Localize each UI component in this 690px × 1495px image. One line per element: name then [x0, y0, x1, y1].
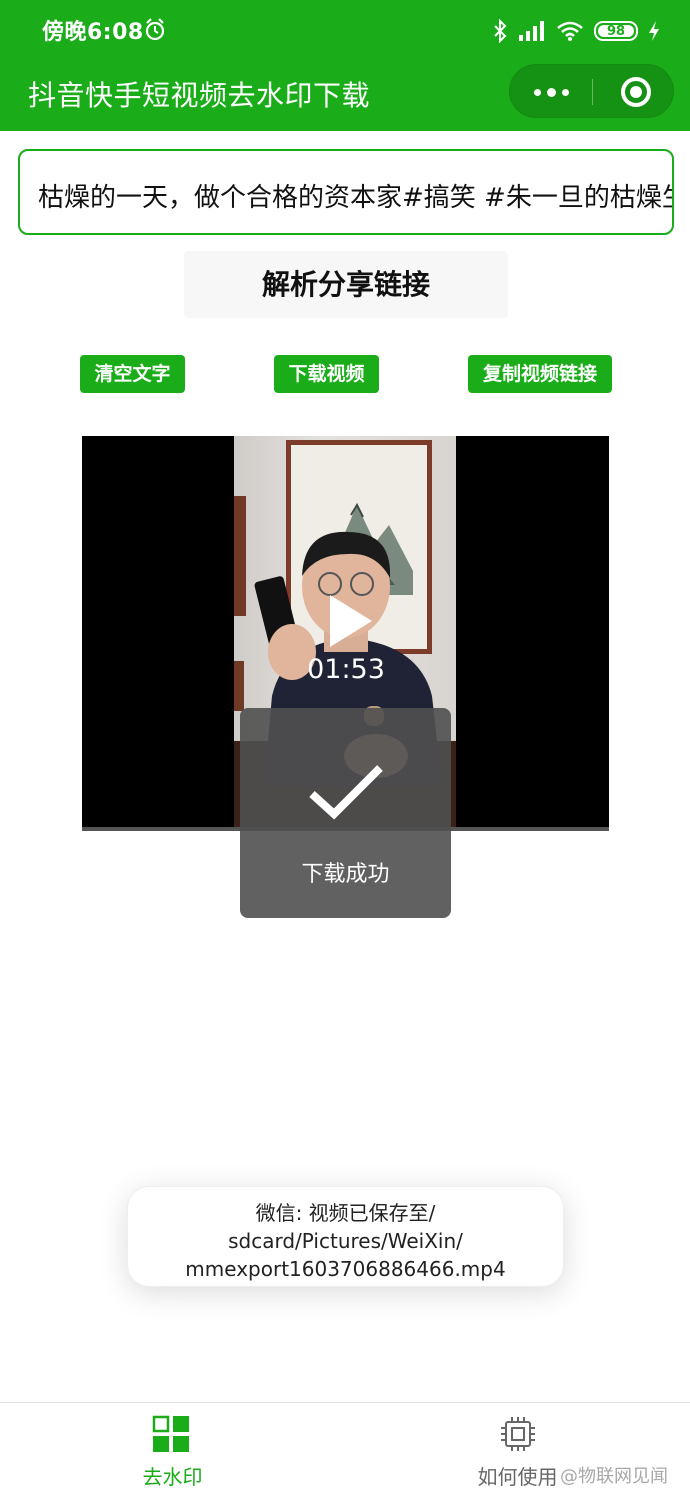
battery-level: 98 [606, 23, 626, 39]
more-dot-icon [533, 88, 541, 96]
save-tip-line: 微信: 视频已保存至/ [255, 1201, 436, 1225]
tab-label: 去水印 [142, 1465, 203, 1489]
more-dot-icon [561, 88, 569, 96]
status-icons: 98 [492, 18, 660, 44]
signal-icon [519, 21, 544, 41]
alarm-icon [145, 18, 165, 41]
charging-icon [649, 21, 659, 41]
more-dot-icon [546, 87, 556, 97]
battery-indicator: 98 [594, 21, 638, 41]
parse-link-button[interactable]: 解析分享链接 [184, 251, 508, 318]
save-location-tip: 微信: 视频已保存至/ sdcard/Pictures/WeiXin/ mmex… [127, 1186, 564, 1287]
share-link-input[interactable]: 枯燥的一天，做个合格的资本家#搞笑 #朱一旦的枯燥生活 [18, 149, 674, 235]
video-duration: 01:53 [307, 654, 385, 685]
save-tip-line: mmexport1603706886466.mp4 [185, 1257, 506, 1281]
save-tip-line: sdcard/Pictures/WeiXin/ [228, 1229, 463, 1253]
copy-video-link-button[interactable]: 复制视频链接 [468, 355, 612, 393]
status-time: 傍晚6:08 [42, 20, 144, 45]
chip-icon [501, 1417, 535, 1451]
play-icon[interactable] [326, 593, 374, 649]
success-toast: 下载成功 [240, 708, 451, 918]
wifi-icon [557, 21, 583, 41]
close-mini-program-button[interactable] [621, 77, 651, 107]
capsule-divider [592, 79, 593, 105]
more-button[interactable] [510, 65, 592, 119]
weibo-watermark: @物联网见闻 [560, 1466, 668, 1487]
app-header: 傍晚6:08 98 抖音快手短视频去水印下载 [0, 0, 690, 131]
page-title: 抖音快手短视频去水印下载 [28, 79, 371, 112]
download-video-button[interactable]: 下载视频 [274, 355, 379, 393]
thumbnail-shelf [234, 661, 244, 711]
status-bar: 傍晚6:08 98 [0, 0, 690, 62]
bluetooth-icon [494, 19, 507, 43]
toast-message: 下载成功 [301, 862, 390, 887]
clear-text-button[interactable]: 清空文字 [80, 355, 185, 393]
grid-icon [152, 1415, 189, 1452]
mini-program-capsule [509, 64, 674, 118]
tab-remove-watermark[interactable]: 去水印 [0, 1403, 345, 1495]
checkmark-icon [309, 765, 383, 820]
thumbnail-shelf [234, 496, 246, 616]
